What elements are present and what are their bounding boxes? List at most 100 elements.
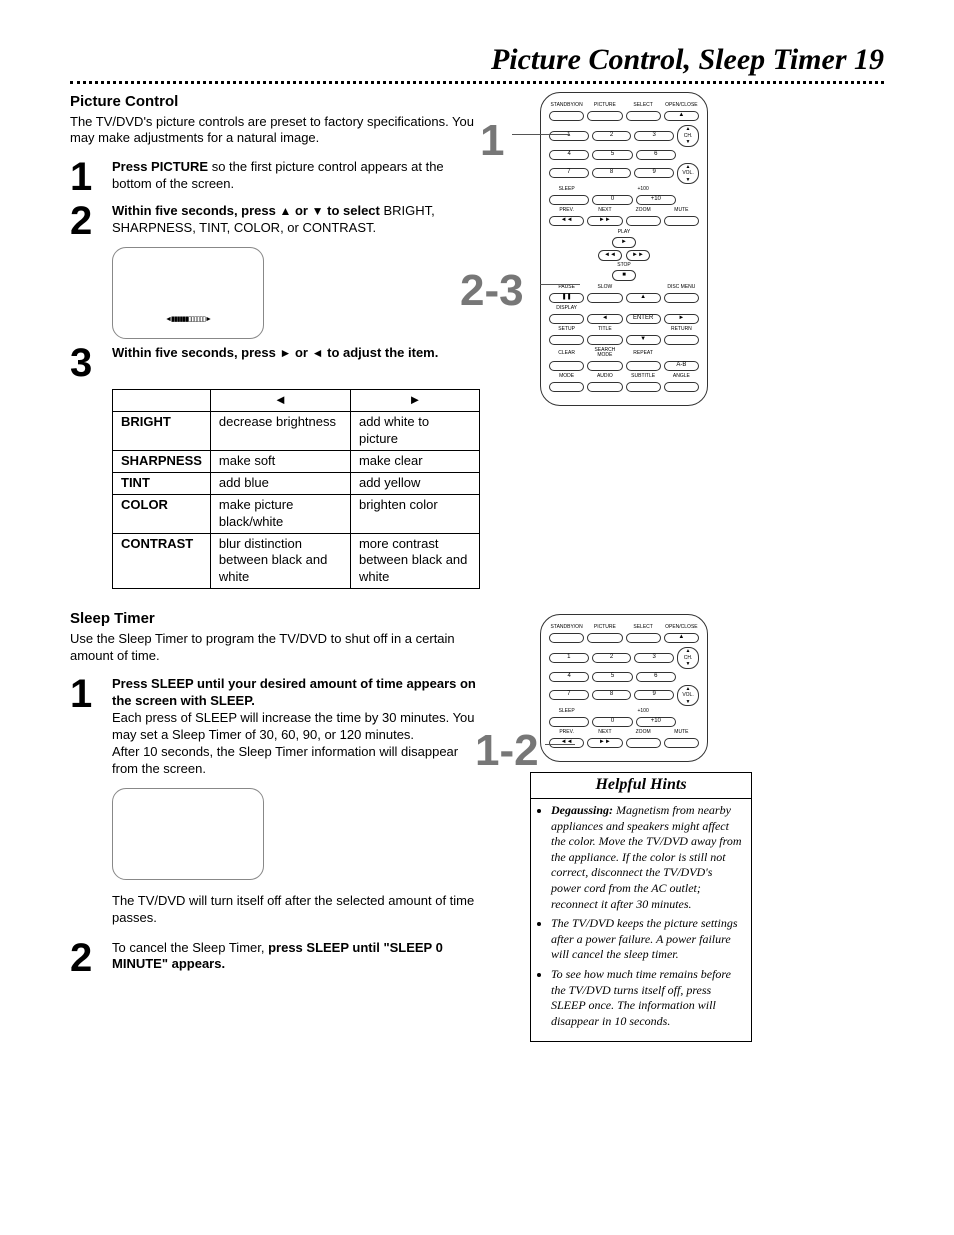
remote-illustration: STANDBY/ONPICTURESELECTOPEN/CLOSE ▲ 1 2 … (540, 92, 708, 406)
picture-button (587, 111, 622, 121)
step-number: 1 (70, 159, 112, 193)
up-arrow-icon: ▲ (279, 204, 291, 218)
title-rule (70, 81, 884, 84)
sleep-timer-heading: Sleep Timer (70, 609, 480, 629)
pc-step3-text-b: to adjust the item. (324, 345, 439, 360)
step-number: 2 (70, 940, 112, 974)
num-2-button: 2 (592, 131, 632, 141)
callout-2-3: 2-3 (460, 262, 524, 319)
callout-line (540, 284, 580, 285)
left-arrow-icon: ◄ (312, 346, 324, 360)
progress-bar-icon: ◄▮▮▮▮▮▮▯▯▯▯▯▯► (165, 315, 211, 324)
repeat-button (626, 361, 661, 371)
callout-line (512, 134, 570, 135)
num-3-button: 3 (634, 131, 674, 141)
rewind-icon: ◄◄ (598, 250, 622, 261)
playback-nav: PLAY ► ◄◄►► STOP ■ (584, 230, 664, 281)
sleep-timer-intro: Use the Sleep Timer to program the TV/DV… (70, 631, 480, 665)
hint-item: Degaussing: Magnetism from nearby applia… (551, 803, 743, 912)
sleep-button (549, 717, 589, 727)
table-row: COLOR make picture black/white brighten … (113, 494, 480, 533)
page-title: Picture Control, Sleep Timer 19 (70, 40, 884, 79)
num-9-button: 9 (634, 168, 674, 178)
down-nav-icon: ▼ (626, 335, 661, 345)
table-row: BRIGHT decrease brightness add white to … (113, 412, 480, 451)
plus10-button: +10 (636, 195, 676, 205)
right-nav-icon: ► (664, 314, 699, 324)
up-nav-icon: ▲ (626, 293, 661, 303)
clear-button (549, 361, 584, 371)
setup-button (549, 335, 584, 345)
num-8-button: 8 (592, 168, 632, 178)
subtitle-button (626, 382, 661, 392)
audio-button (587, 382, 622, 392)
st-step1-bold: Press SLEEP until your desired amount of… (112, 676, 480, 710)
st-step1-p2: After 10 seconds, the Sleep Timer inform… (112, 744, 480, 778)
helpful-hints-title: Helpful Hints (531, 773, 751, 799)
left-nav-icon: ◄ (587, 314, 622, 324)
hint-item: The TV/DVD keeps the picture settings af… (551, 916, 743, 963)
prev-icon: ◄◄ (549, 216, 584, 226)
tv-screen-illustration: ◄▮▮▮▮▮▮▯▯▯▯▯▯► (112, 247, 264, 339)
ch-cluster: ▲CH.▼ (677, 125, 699, 147)
right-arrow-icon: ► (279, 346, 291, 360)
table-row: SHARPNESS make soft make clear (113, 450, 480, 472)
pause-icon: ❚❚ (549, 293, 584, 303)
pc-step-3: 3 Within five seconds, press ► or ◄ to a… (70, 345, 480, 379)
num-0-button: 0 (592, 195, 632, 205)
hint-item: To see how much time remains before the … (551, 967, 743, 1029)
callout-1: 1 (480, 112, 504, 169)
st-step1-p3: The TV/DVD will turn itself off after th… (112, 893, 480, 927)
table-row: CONTRAST blur distinction between black … (113, 533, 480, 589)
eject-icon: ▲ (664, 633, 699, 643)
next-icon: ►► (587, 216, 622, 226)
num-5-button: 5 (592, 150, 632, 160)
ab-button: A-B (664, 361, 699, 371)
pc-step2-text-b: to select (324, 203, 380, 218)
pc-step2-mid: or (291, 203, 311, 218)
remote-illustration-2: STANDBY/ONPICTURESELECTOPEN/CLOSE ▲ 1 2 … (540, 614, 708, 762)
st-step2-a: To cancel the Sleep Timer, (112, 940, 268, 955)
pc-step-1: 1 Press PICTURE so the first picture con… (70, 159, 480, 193)
prev-icon: ◄◄ (549, 738, 584, 748)
step-number: 3 (70, 345, 112, 379)
callout-1-2: 1-2 (475, 722, 539, 779)
table-row: TINT add blue add yellow (113, 472, 480, 494)
stop-icon: ■ (612, 270, 636, 281)
callout-line (545, 744, 575, 745)
standby-button (549, 111, 584, 121)
mode-button (549, 382, 584, 392)
adjustment-table: ◄ ► BRIGHT decrease brightness add white… (112, 389, 480, 589)
picture-control-heading: Picture Control (70, 92, 480, 112)
st-step-1: 1 Press SLEEP until your desired amount … (70, 676, 480, 777)
vol-cluster: ▲VOL.▼ (677, 163, 699, 185)
num-4-button: 4 (549, 150, 589, 160)
disc-menu-button (664, 293, 699, 303)
tv-screen-illustration (112, 788, 264, 880)
step-number: 1 (70, 676, 112, 777)
next-icon: ►► (587, 738, 622, 748)
table-head-left-arrow-icon: ◄ (210, 390, 350, 412)
sleep-button (549, 195, 589, 205)
picture-control-intro: The TV/DVD's picture controls are preset… (70, 114, 480, 148)
st-step-2: 2 To cancel the Sleep Timer, press SLEEP… (70, 940, 480, 974)
down-arrow-icon: ▼ (312, 204, 324, 218)
ffwd-icon: ►► (626, 250, 650, 261)
num-1-button: 1 (549, 131, 589, 141)
pc-step3-text-a: Within five seconds, press (112, 345, 279, 360)
eject-icon: ▲ (664, 111, 699, 121)
angle-button (664, 382, 699, 392)
pc-step-2: 2 Within five seconds, press ▲ or ▼ to s… (70, 203, 480, 237)
search-button (587, 361, 622, 371)
num-7-button: 7 (549, 168, 589, 178)
play-icon: ► (612, 237, 636, 248)
slow-button (587, 293, 622, 303)
pc-step1-bold: Press PICTURE (112, 159, 208, 174)
picture-control-section: Picture Control The TV/DVD's picture con… (70, 92, 884, 589)
pc-step2-text-a: Within five seconds, press (112, 203, 279, 218)
display-button (549, 314, 584, 324)
helpful-hints-box: Helpful Hints Degaussing: Magnetism from… (530, 772, 752, 1042)
title-button (587, 335, 622, 345)
zoom-button (626, 216, 661, 226)
select-button (626, 111, 661, 121)
